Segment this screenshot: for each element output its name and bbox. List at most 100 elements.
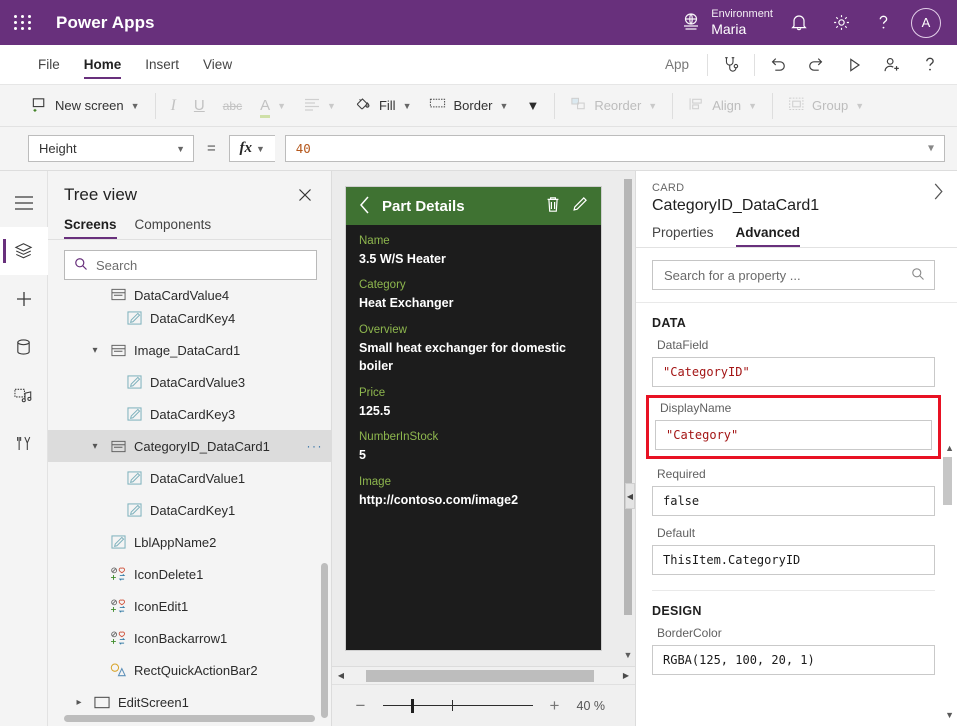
canvas-vertical-scroll-thumb[interactable] bbox=[624, 179, 632, 615]
help-menu-icon[interactable] bbox=[911, 45, 949, 84]
tree-horizontal-scrollbar[interactable] bbox=[64, 715, 315, 722]
tree-item[interactable]: DataCardValue1 bbox=[48, 462, 331, 494]
gear-icon[interactable] bbox=[821, 0, 861, 45]
app-menu-button[interactable]: App bbox=[651, 57, 703, 72]
chevron-down-icon[interactable]: ▾ bbox=[88, 345, 102, 356]
tree-item[interactable]: DataCardValue3 bbox=[48, 366, 331, 398]
underline-button[interactable]: U bbox=[185, 91, 214, 121]
tree-item[interactable]: LblAppName2 bbox=[48, 526, 331, 558]
notifications-icon[interactable] bbox=[779, 0, 819, 45]
property-search-input[interactable]: Search for a property ... bbox=[652, 260, 935, 290]
italic-button[interactable]: I bbox=[162, 91, 185, 121]
expand-panel-icon[interactable] bbox=[932, 183, 945, 205]
property-selector[interactable]: Height ▼ bbox=[28, 135, 194, 162]
edit-pencil-icon[interactable] bbox=[572, 196, 588, 216]
redo-icon[interactable] bbox=[797, 45, 835, 84]
app-checker-icon[interactable] bbox=[712, 45, 750, 84]
group-button[interactable]: Group ▼ bbox=[779, 91, 873, 121]
menu-file[interactable]: File bbox=[26, 45, 72, 84]
app-preview-screen[interactable]: Part Details Name3.5 bbox=[346, 187, 601, 650]
scroll-right-icon[interactable]: ▶ bbox=[619, 671, 633, 680]
reorder-button[interactable]: Reorder ▼ bbox=[561, 91, 666, 121]
app-field[interactable]: Imagehttp://contoso.com/image2 bbox=[359, 474, 588, 509]
ribbon-overflow-button[interactable]: ▼ bbox=[517, 91, 548, 121]
data-icon[interactable] bbox=[0, 323, 48, 371]
property-input[interactable]: "Category" bbox=[655, 420, 932, 450]
tree-view-icon[interactable] bbox=[0, 227, 48, 275]
tree-item[interactable]: ▸EditScreen1 bbox=[48, 686, 331, 718]
tab-properties[interactable]: Properties bbox=[652, 225, 714, 247]
tree-item[interactable]: DataCardKey3 bbox=[48, 398, 331, 430]
chevron-right-icon[interactable]: ▸ bbox=[72, 697, 86, 708]
tree-item[interactable]: IconDelete1 bbox=[48, 558, 331, 590]
zoom-out-button[interactable]: − bbox=[353, 696, 369, 716]
menu-home[interactable]: Home bbox=[72, 45, 134, 84]
properties-scroll-up-icon[interactable]: ▲ bbox=[945, 443, 954, 453]
app-field[interactable]: Name3.5 W/S Heater bbox=[359, 233, 588, 268]
canvas-scroll-down-icon[interactable]: ▼ bbox=[621, 648, 635, 662]
app-field[interactable]: Price125.5 bbox=[359, 385, 588, 420]
property-input[interactable]: "CategoryID" bbox=[652, 357, 935, 387]
property-input[interactable]: RGBA(125, 100, 20, 1) bbox=[652, 645, 935, 675]
media-icon[interactable] bbox=[0, 371, 48, 419]
tree-item-list[interactable]: DataCardValue4DataCardKey4▾Image_DataCar… bbox=[48, 288, 331, 726]
canvas-viewport[interactable]: Part Details Name3.5 bbox=[332, 171, 635, 666]
tree-item[interactable]: ▾Image_DataCard1 bbox=[48, 334, 331, 366]
tree-item[interactable]: DataCardKey1 bbox=[48, 494, 331, 526]
border-button[interactable]: Border ▼ bbox=[420, 91, 517, 121]
close-icon[interactable] bbox=[293, 183, 317, 207]
canvas-hscroll-thumb[interactable] bbox=[366, 670, 594, 682]
fx-button[interactable]: fx ▼ bbox=[229, 135, 275, 162]
menu-insert[interactable]: Insert bbox=[133, 45, 191, 84]
tab-screens[interactable]: Screens bbox=[64, 211, 117, 239]
properties-scroll-area[interactable]: DATADataField"CategoryID"DisplayName"Cat… bbox=[636, 303, 957, 726]
tree-item[interactable]: IconBackarrow1 bbox=[48, 622, 331, 654]
zoom-slider-knob[interactable] bbox=[411, 699, 414, 713]
menu-icon[interactable] bbox=[0, 179, 48, 227]
properties-scroll-thumb[interactable] bbox=[943, 457, 952, 505]
properties-scroll-down-icon[interactable]: ▼ bbox=[945, 710, 954, 720]
canvas-horizontal-scrollbar[interactable]: ◀ ▶ bbox=[332, 666, 635, 684]
tree-vertical-scrollbar[interactable] bbox=[321, 563, 328, 718]
strikethrough-button[interactable]: abc bbox=[214, 91, 251, 121]
undo-icon[interactable] bbox=[759, 45, 797, 84]
menu-view[interactable]: View bbox=[191, 45, 244, 84]
delete-icon[interactable] bbox=[546, 196, 560, 216]
insert-icon[interactable] bbox=[0, 275, 48, 323]
tree-item[interactable]: DataCardKey4 bbox=[48, 302, 331, 334]
zoom-in-button[interactable]: + bbox=[547, 696, 563, 716]
back-arrow-icon[interactable] bbox=[359, 196, 370, 217]
app-field[interactable]: OverviewSmall heat exchanger for domesti… bbox=[359, 322, 588, 376]
property-input[interactable]: ThisItem.CategoryID bbox=[652, 545, 935, 575]
tree-item[interactable]: DataCardValue4 bbox=[48, 288, 331, 302]
chevron-down-icon[interactable]: ▾ bbox=[88, 441, 102, 452]
advanced-tools-icon[interactable] bbox=[0, 419, 48, 467]
align-button[interactable]: Align ▼ bbox=[679, 91, 766, 121]
preview-play-icon[interactable] bbox=[835, 45, 873, 84]
scroll-left-icon[interactable]: ◀ bbox=[334, 671, 348, 680]
app-field[interactable]: CategoryHeat Exchanger bbox=[359, 277, 588, 312]
tree-item[interactable]: ▾CategoryID_DataCard1··· bbox=[48, 430, 331, 462]
tree-item[interactable]: IconEdit1 bbox=[48, 590, 331, 622]
tree-item-more-icon[interactable]: ··· bbox=[307, 439, 324, 453]
formula-input[interactable]: 40 ▼ bbox=[285, 135, 945, 162]
property-input[interactable]: false bbox=[652, 486, 935, 516]
tab-components[interactable]: Components bbox=[135, 211, 212, 239]
tree-item[interactable]: RectQuickActionBar2 bbox=[48, 654, 331, 686]
environment-selector[interactable]: Environment Maria bbox=[680, 8, 773, 37]
chevron-down-icon[interactable]: ▼ bbox=[928, 143, 934, 154]
new-screen-button[interactable]: New screen ▼ bbox=[22, 91, 149, 121]
fill-button[interactable]: Fill ▼ bbox=[345, 91, 421, 121]
share-user-icon[interactable] bbox=[873, 45, 911, 84]
align-text-button[interactable]: ▼ bbox=[295, 91, 345, 121]
collapse-panel-icon[interactable]: ◀ bbox=[625, 483, 635, 509]
app-launcher-icon[interactable] bbox=[0, 15, 46, 30]
app-field[interactable]: NumberInStock5 bbox=[359, 429, 588, 464]
zoom-slider[interactable] bbox=[383, 699, 533, 713]
canvas-hscroll-track[interactable] bbox=[348, 670, 619, 682]
tab-advanced[interactable]: Advanced bbox=[736, 225, 801, 247]
avatar[interactable]: A bbox=[911, 8, 941, 38]
tree-search-input[interactable]: Search bbox=[64, 250, 317, 280]
font-color-button[interactable]: A ▼ bbox=[251, 91, 295, 121]
help-icon[interactable] bbox=[863, 0, 903, 45]
